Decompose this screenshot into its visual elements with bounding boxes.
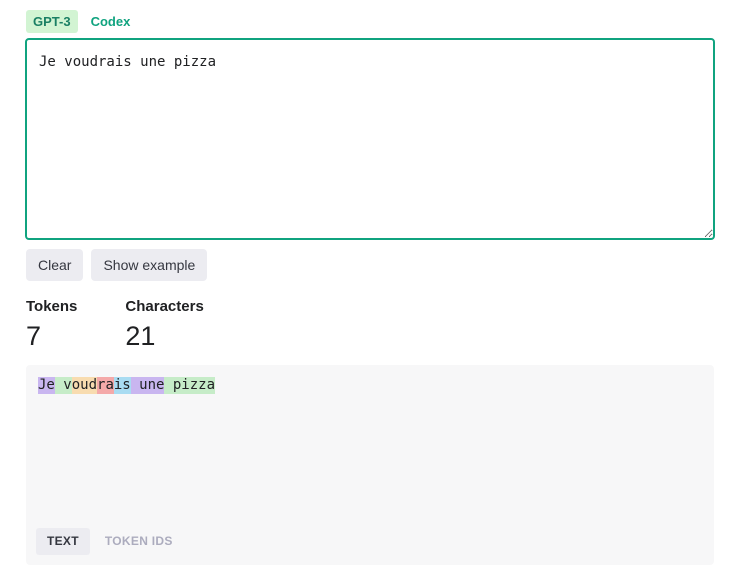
tab-token-ids[interactable]: TOKEN IDS (94, 528, 184, 555)
model-tabs: GPT-3 Codex (26, 10, 137, 33)
text-input[interactable] (25, 38, 715, 240)
action-buttons: Clear Show example (26, 249, 208, 281)
show-example-button[interactable]: Show example (91, 249, 208, 281)
token-span[interactable]: Je (38, 377, 55, 394)
tokenized-text: Je voudrais une pizza (38, 377, 216, 394)
token-span[interactable]: une (130, 377, 165, 394)
tokenizer-page: GPT-3 Codex Clear Show example Tokens 7 … (0, 0, 748, 580)
token-span[interactable]: is (113, 377, 131, 394)
tab-codex[interactable]: Codex (84, 10, 138, 33)
token-span[interactable]: pizza (164, 377, 216, 394)
characters-count: 21 (125, 321, 156, 351)
tokens-label: Tokens (26, 298, 78, 315)
tokens-count: 7 (26, 321, 42, 351)
tokenized-output-panel: Je voudrais une pizza TEXT TOKEN IDS (26, 365, 714, 565)
token-span[interactable]: oud (71, 377, 98, 394)
characters-stat: Characters 21 (125, 298, 203, 352)
tab-gpt3[interactable]: GPT-3 (26, 10, 78, 33)
view-tabs: TEXT TOKEN IDS (36, 528, 184, 555)
clear-button[interactable]: Clear (26, 249, 84, 281)
tokens-stat: Tokens 7 (26, 298, 77, 352)
token-span[interactable]: v (54, 377, 72, 394)
token-span[interactable]: ra (97, 377, 114, 394)
token-stats: Tokens 7 Characters 21 (26, 298, 204, 352)
characters-label: Characters (125, 298, 204, 315)
tab-text[interactable]: TEXT (36, 528, 90, 555)
